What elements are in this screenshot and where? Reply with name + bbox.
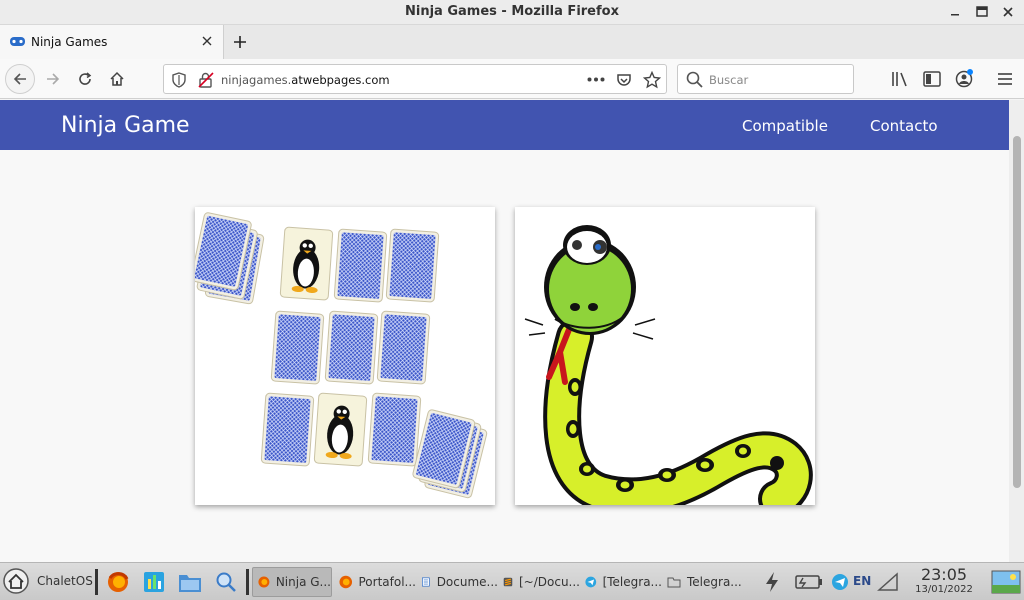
new-tab-button[interactable] xyxy=(229,31,251,53)
maximize-button[interactable] xyxy=(973,3,991,21)
tab-close-icon[interactable] xyxy=(199,33,215,49)
power-icon[interactable] xyxy=(758,568,786,596)
clock[interactable]: 23:05 13/01/2022 xyxy=(906,565,982,595)
site-brand[interactable]: Ninja Game xyxy=(61,113,190,138)
search-launcher-icon[interactable] xyxy=(212,568,240,596)
office-launcher-icon[interactable] xyxy=(140,568,168,596)
task-telegram-bracket[interactable]: [Telegra... xyxy=(580,567,662,597)
web-page: Ninja Game Compatible Contacto xyxy=(0,100,1009,562)
home-os-icon xyxy=(3,568,29,594)
firefox-icon xyxy=(258,576,270,588)
reload-button[interactable] xyxy=(70,64,100,94)
minimize-button[interactable] xyxy=(946,3,964,21)
url-text: ninjagames.atwebpages.com xyxy=(221,73,390,87)
task-label: Ninja G... xyxy=(275,575,331,589)
bookmark-star-icon[interactable] xyxy=(643,71,661,89)
snake-game-image xyxy=(515,207,815,505)
task-label: Docume... xyxy=(436,575,498,589)
file-manager-launcher-icon[interactable] xyxy=(176,568,204,596)
page-scrollbar[interactable] xyxy=(1009,100,1024,562)
page-actions-icon[interactable] xyxy=(587,77,605,82)
home-button[interactable] xyxy=(102,64,132,94)
folder-icon xyxy=(667,577,681,588)
task-portafolio[interactable]: Portafol... xyxy=(334,567,416,597)
nav-link-compatible[interactable]: Compatible xyxy=(742,117,828,135)
taskbar-separator xyxy=(246,569,249,595)
firefox-icon xyxy=(339,575,353,589)
task-ninja-games[interactable]: Ninja G... xyxy=(252,567,332,597)
forward-button[interactable] xyxy=(38,64,68,94)
clock-time: 23:05 xyxy=(920,565,968,584)
tab-strip: Ninja Games xyxy=(0,25,1024,59)
window-title: Ninja Games - Mozilla Firefox xyxy=(405,4,619,19)
navigation-toolbar: ninjagames.atwebpages.com Buscar xyxy=(0,59,1024,99)
window-titlebar: Ninja Games - Mozilla Firefox xyxy=(0,0,1024,25)
account-icon[interactable] xyxy=(953,68,975,90)
tab-ninja-games[interactable]: Ninja Games xyxy=(0,25,224,59)
url-host: ninjagames. xyxy=(221,73,292,87)
sublime-icon xyxy=(503,577,513,587)
sidebar-icon[interactable] xyxy=(921,68,943,90)
task-documento[interactable]: Docume... xyxy=(416,567,498,597)
memory-game-card[interactable] xyxy=(195,207,495,505)
clock-date: 13/01/2022 xyxy=(915,584,973,595)
insecure-lock-icon[interactable] xyxy=(198,72,214,88)
search-bar[interactable]: Buscar xyxy=(677,64,854,94)
scrollbar-thumb[interactable] xyxy=(1013,136,1021,488)
close-window-button[interactable] xyxy=(999,3,1017,21)
snake-game-card[interactable] xyxy=(515,207,815,505)
task-label: Portafol... xyxy=(358,575,417,589)
show-desktop-icon[interactable] xyxy=(990,568,1022,596)
search-placeholder: Buscar xyxy=(709,73,749,87)
document-icon xyxy=(422,577,430,587)
firefox-launcher-icon[interactable] xyxy=(104,568,132,596)
pocket-icon[interactable] xyxy=(616,72,632,88)
volume-icon[interactable] xyxy=(874,568,902,596)
site-header: Ninja Game Compatible Contacto xyxy=(0,100,1009,150)
task-telegram-folder[interactable]: Telegra... xyxy=(662,567,744,597)
tab-label: Ninja Games xyxy=(31,35,108,49)
gamepad-icon xyxy=(10,37,25,46)
shield-icon[interactable] xyxy=(172,72,186,88)
taskbar-separator xyxy=(95,569,98,595)
memory-game-image xyxy=(195,207,495,505)
telegram-tray-icon[interactable] xyxy=(826,568,854,596)
telegram-icon xyxy=(585,576,597,588)
url-domain: atwebpages.com xyxy=(291,73,390,87)
url-bar[interactable]: ninjagames.atwebpages.com xyxy=(163,64,667,94)
library-icon[interactable] xyxy=(889,68,911,90)
back-button[interactable] xyxy=(5,64,35,94)
keyboard-layout-indicator[interactable]: EN xyxy=(853,569,871,593)
battery-icon[interactable] xyxy=(794,568,824,596)
os-taskbar: ChaletOS Ninja G... Portafol... Docume..… xyxy=(0,562,1024,600)
task-label: [Telegra... xyxy=(602,575,662,589)
nav-link-contacto[interactable]: Contacto xyxy=(870,117,938,135)
task-label: [~/Docu... xyxy=(518,575,580,589)
start-label: ChaletOS xyxy=(37,574,93,588)
menu-icon[interactable] xyxy=(994,68,1016,90)
start-menu-button[interactable]: ChaletOS xyxy=(2,566,93,596)
task-sublime[interactable]: [~/Docu... xyxy=(498,567,580,597)
task-label: Telegra... xyxy=(687,575,742,589)
search-icon xyxy=(686,71,703,88)
